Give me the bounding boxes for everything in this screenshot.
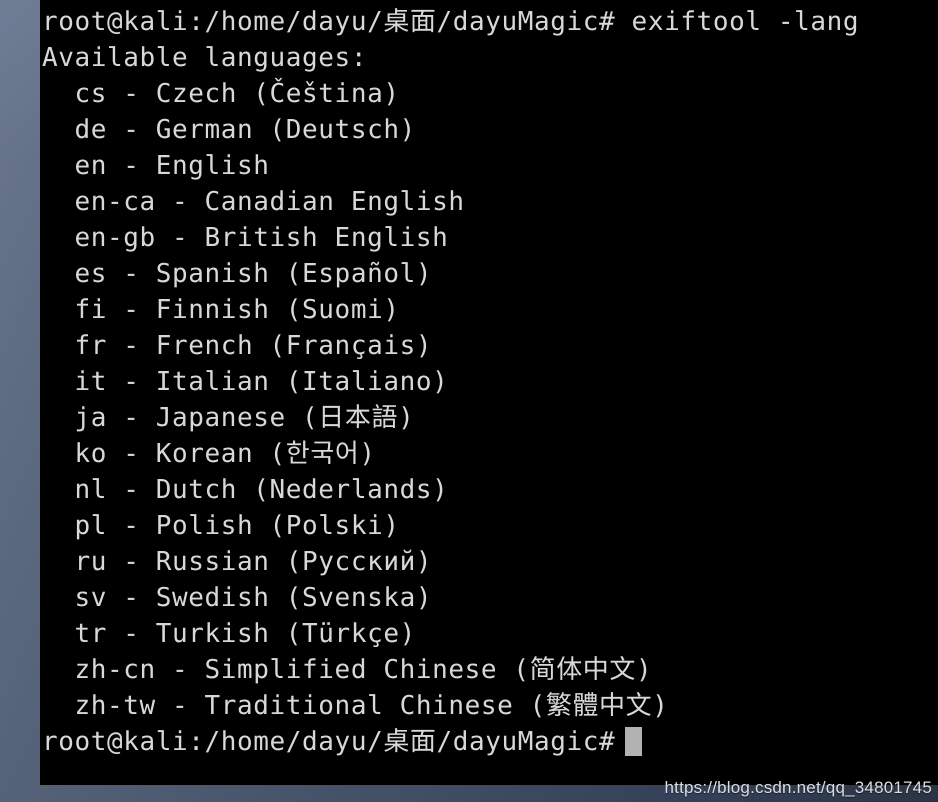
language-line-zh-cn: zh-cn - Simplified Chinese (简体中文) (42, 655, 653, 685)
terminal-screen[interactable]: root@kali:/home/dayu/桌面/dayuMagic# exift… (40, 0, 938, 785)
terminal-command-line: root@kali:/home/dayu/桌面/dayuMagic# exift… (42, 7, 860, 37)
language-line-de: de - German (Deutsch) (42, 115, 416, 145)
language-line-en: en - English (42, 151, 270, 181)
language-line-ja: ja - Japanese (日本語) (42, 403, 415, 433)
language-line-fi: fi - Finnish (Suomi) (42, 295, 400, 325)
language-line-fr: fr - French (Français) (42, 331, 433, 361)
language-line-it: it - Italian (Italiano) (42, 367, 449, 397)
desktop-background: root@kali:/home/dayu/桌面/dayuMagic# exift… (0, 0, 938, 802)
language-line-pl: pl - Polish (Polski) (42, 511, 400, 541)
language-line-ko: ko - Korean (한국어) (42, 439, 376, 469)
language-line-en-ca: en-ca - Canadian English (42, 187, 465, 217)
language-line-en-gb: en-gb - British English (42, 223, 449, 253)
language-line-ru: ru - Russian (Русский) (42, 547, 433, 577)
text-cursor (625, 727, 643, 756)
language-line-nl: nl - Dutch (Nederlands) (42, 475, 449, 505)
language-line-cs: cs - Czech (Čeština) (42, 79, 400, 109)
terminal-prompt-line: root@kali:/home/dayu/桌面/dayuMagic# (40, 724, 938, 760)
language-line-es: es - Spanish (Español) (42, 259, 433, 289)
language-line-zh-tw: zh-tw - Traditional Chinese (繁體中文) (42, 691, 669, 721)
terminal-output-header: Available languages: (42, 43, 368, 73)
language-line-tr: tr - Turkish (Türkçe) (42, 619, 416, 649)
watermark-url: https://blog.csdn.net/qq_34801745 (664, 778, 932, 797)
terminal-window[interactable]: root@kali:/home/dayu/桌面/dayuMagic# exift… (40, 0, 938, 785)
prompt-text: root@kali:/home/dayu/桌面/dayuMagic# (42, 727, 616, 757)
language-line-sv: sv - Swedish (Svenska) (42, 583, 433, 613)
